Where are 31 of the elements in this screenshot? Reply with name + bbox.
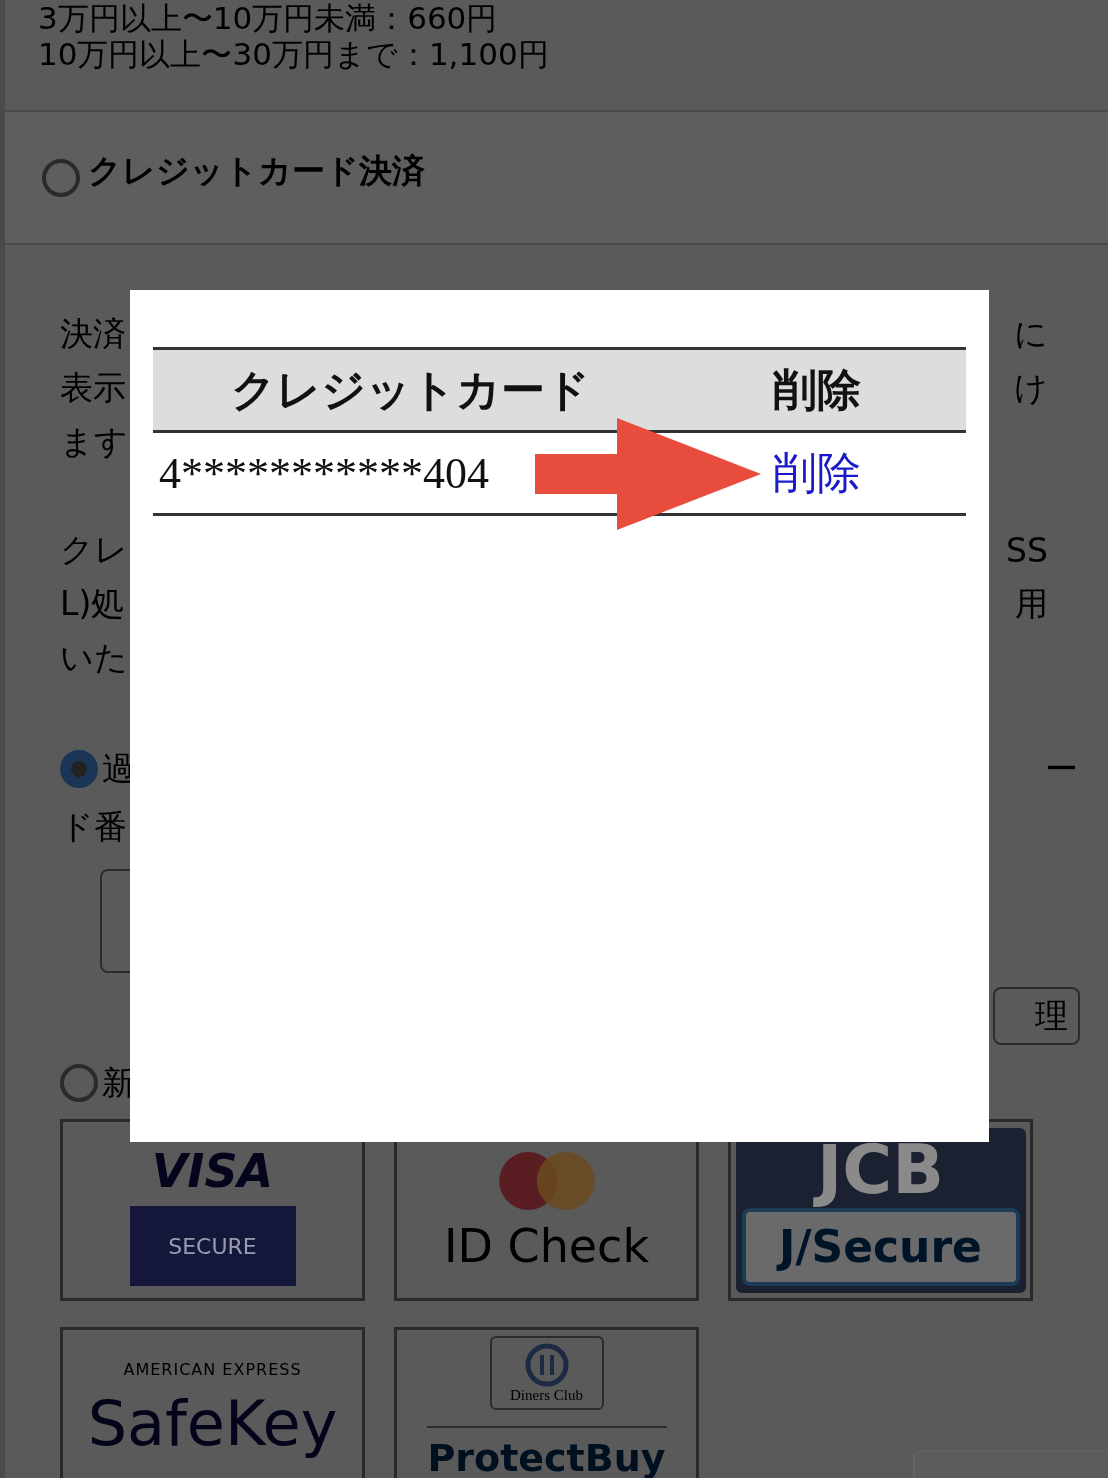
option-label: ド番: [60, 805, 127, 848]
column-header: 削除: [668, 348, 966, 432]
paragraph-text: け: [1014, 366, 1048, 409]
logo-text: J/Secure: [741, 1207, 1020, 1286]
delete-link[interactable]: 削除: [773, 448, 861, 498]
column-header: クレジットカード: [153, 348, 668, 432]
logo-text: Diners Club: [510, 1386, 583, 1404]
logo-text: SafeKey: [87, 1387, 338, 1460]
logo-badge: SECURE: [129, 1206, 296, 1286]
paragraph-text: クレ: [60, 528, 128, 571]
paragraph-text: L)処: [60, 582, 125, 625]
logo-text: VISA: [151, 1144, 274, 1198]
option-label: ー: [1045, 747, 1078, 790]
paragraph-text: 決済: [60, 312, 126, 355]
paragraph-text: ます: [60, 420, 128, 463]
circle-icon: [524, 1342, 569, 1387]
logo-text: AMERICAN EXPRESS: [123, 1360, 302, 1379]
paragraph-text: に: [1014, 312, 1048, 355]
paragraph-text: 表示: [60, 366, 126, 409]
paragraph-text: いた: [60, 636, 128, 679]
payment-method-label: クレジットカード決済: [88, 150, 425, 192]
radio-button[interactable]: [60, 750, 98, 788]
radio-button[interactable]: [42, 158, 80, 197]
fee-text: 3万円以上〜10万円未満：660円: [38, 0, 499, 36]
radio-button[interactable]: [60, 1064, 98, 1102]
logo-text: ID Check: [443, 1219, 650, 1273]
option-label: 過: [102, 747, 135, 790]
option-label: 新: [102, 1061, 135, 1104]
fee-text: 10万円以上〜30万円まで：1,100円: [38, 36, 550, 72]
paragraph-text: 用: [1015, 582, 1048, 625]
paragraph-text: SS: [1006, 530, 1048, 570]
